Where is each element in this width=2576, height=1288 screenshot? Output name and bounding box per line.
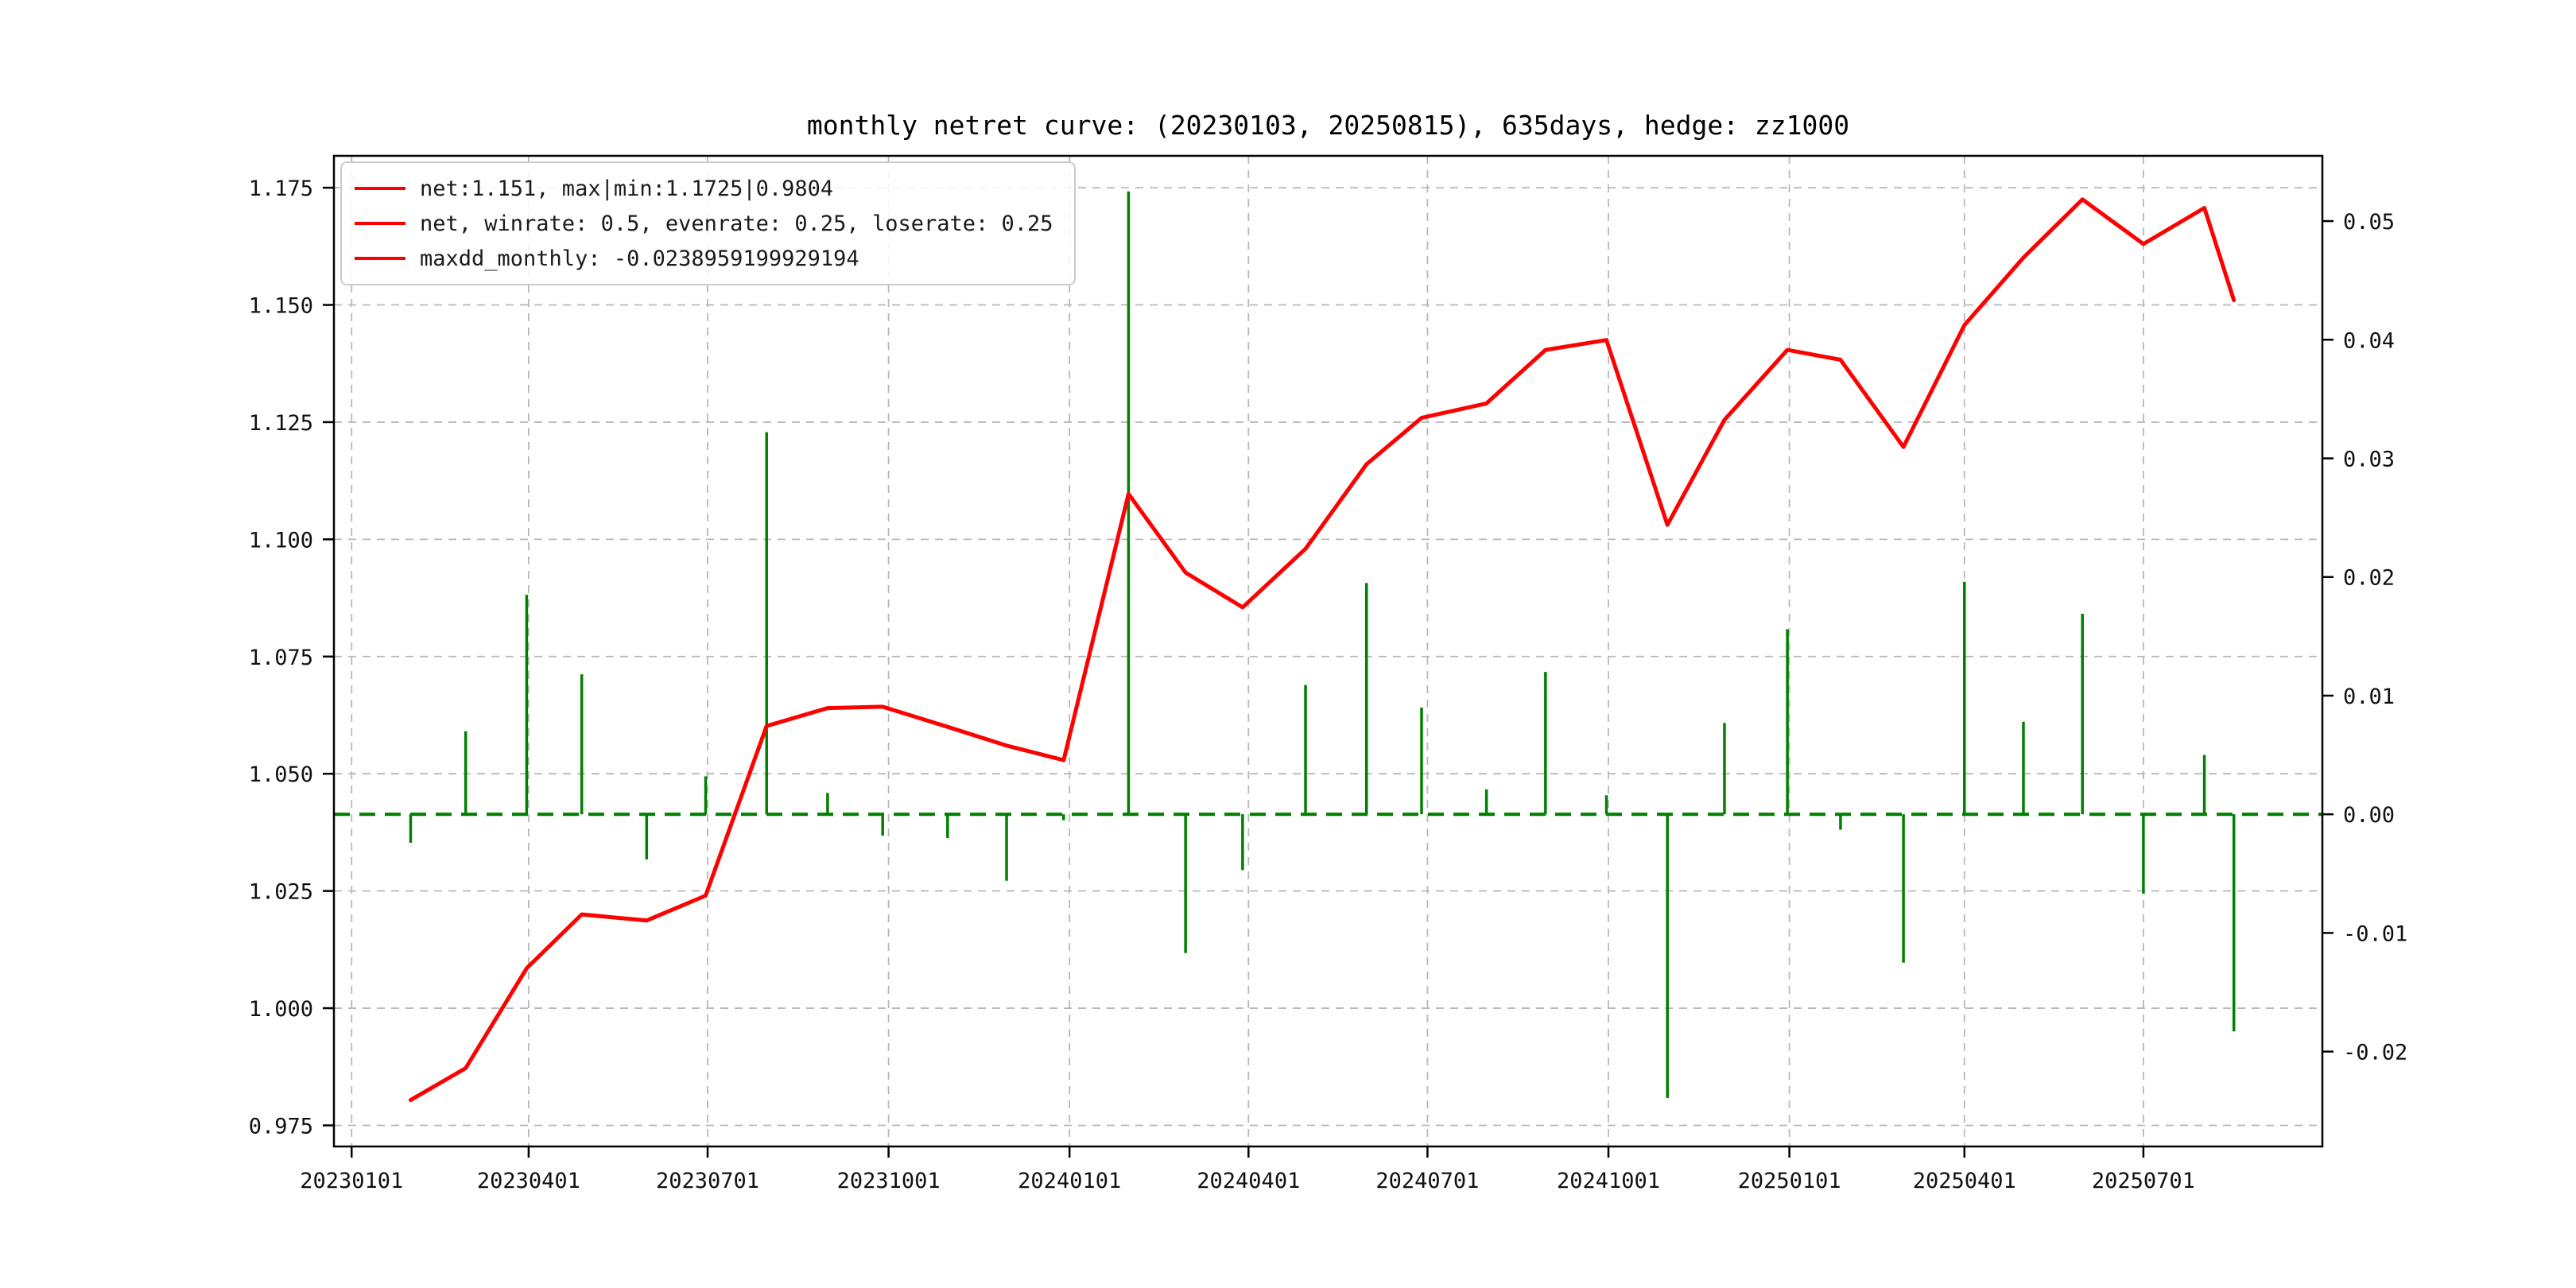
left-tick-label-1.075: 1.075 <box>249 646 313 670</box>
left-tick-label-1.000: 1.000 <box>249 997 313 1022</box>
legend-label: maxdd_monthly: -0.0238959199929194 <box>420 246 859 271</box>
x-tick-label-20250701: 20250701 <box>2092 1169 2195 1193</box>
left-tick-label-1.150: 1.150 <box>249 294 313 319</box>
legend-item-1: net, winrate: 0.5, evenrate: 0.25, loser… <box>355 206 1053 241</box>
x-tick-label-20231001: 20231001 <box>837 1169 941 1193</box>
right-tick-label-0.02: 0.02 <box>2343 566 2395 591</box>
x-tick-label-20240701: 20240701 <box>1375 1169 1479 1193</box>
x-tick-label-20240101: 20240101 <box>1018 1169 1121 1193</box>
right-tick-label-0.00: 0.00 <box>2343 803 2395 828</box>
right-tick-label-0.01: 0.01 <box>2343 685 2395 709</box>
left-tick-label-1.050: 1.050 <box>249 762 313 787</box>
x-tick-label-20241001: 20241001 <box>1557 1169 1660 1193</box>
legend-line-swatch <box>355 222 405 225</box>
x-tick-label-20240401: 20240401 <box>1197 1169 1300 1193</box>
x-tick-label-20230401: 20230401 <box>477 1169 580 1193</box>
right-tick-label-0.04: 0.04 <box>2343 328 2395 353</box>
legend-line-swatch <box>355 257 405 260</box>
left-tick-label-1.175: 1.175 <box>249 177 313 201</box>
legend-label: net, winrate: 0.5, evenrate: 0.25, loser… <box>420 211 1053 236</box>
x-tick-label-20230701: 20230701 <box>656 1169 759 1193</box>
x-tick-label-20250101: 20250101 <box>1738 1169 1841 1193</box>
left-tick-label-1.025: 1.025 <box>249 880 313 905</box>
legend-item-2: maxdd_monthly: -0.0238959199929194 <box>355 241 1053 276</box>
net-curve-line <box>411 200 2234 1100</box>
legend-line-swatch <box>355 187 405 190</box>
left-tick-label-1.125: 1.125 <box>249 411 313 436</box>
left-tick-label-1.100: 1.100 <box>249 528 313 553</box>
left-tick-label-0.975: 0.975 <box>249 1114 313 1139</box>
right-tick-label-0.05: 0.05 <box>2343 210 2395 235</box>
figure-canvas: monthly netret curve: (20230103, 2025081… <box>0 0 2576 1288</box>
x-tick-label-20230101: 20230101 <box>300 1169 403 1193</box>
legend-box: net:1.151, max|min:1.1725|0.9804 net, win… <box>340 161 1076 285</box>
x-tick-label-20250401: 20250401 <box>1913 1169 2016 1193</box>
legend-label: net:1.151, max|min:1.1725|0.9804 <box>420 177 833 201</box>
right-tick-label-0.03: 0.03 <box>2343 448 2395 472</box>
right-tick-label--0.01: -0.01 <box>2343 921 2407 946</box>
right-tick-label--0.02: -0.02 <box>2343 1041 2407 1065</box>
legend-item-0: net:1.151, max|min:1.1725|0.9804 <box>355 171 1053 206</box>
